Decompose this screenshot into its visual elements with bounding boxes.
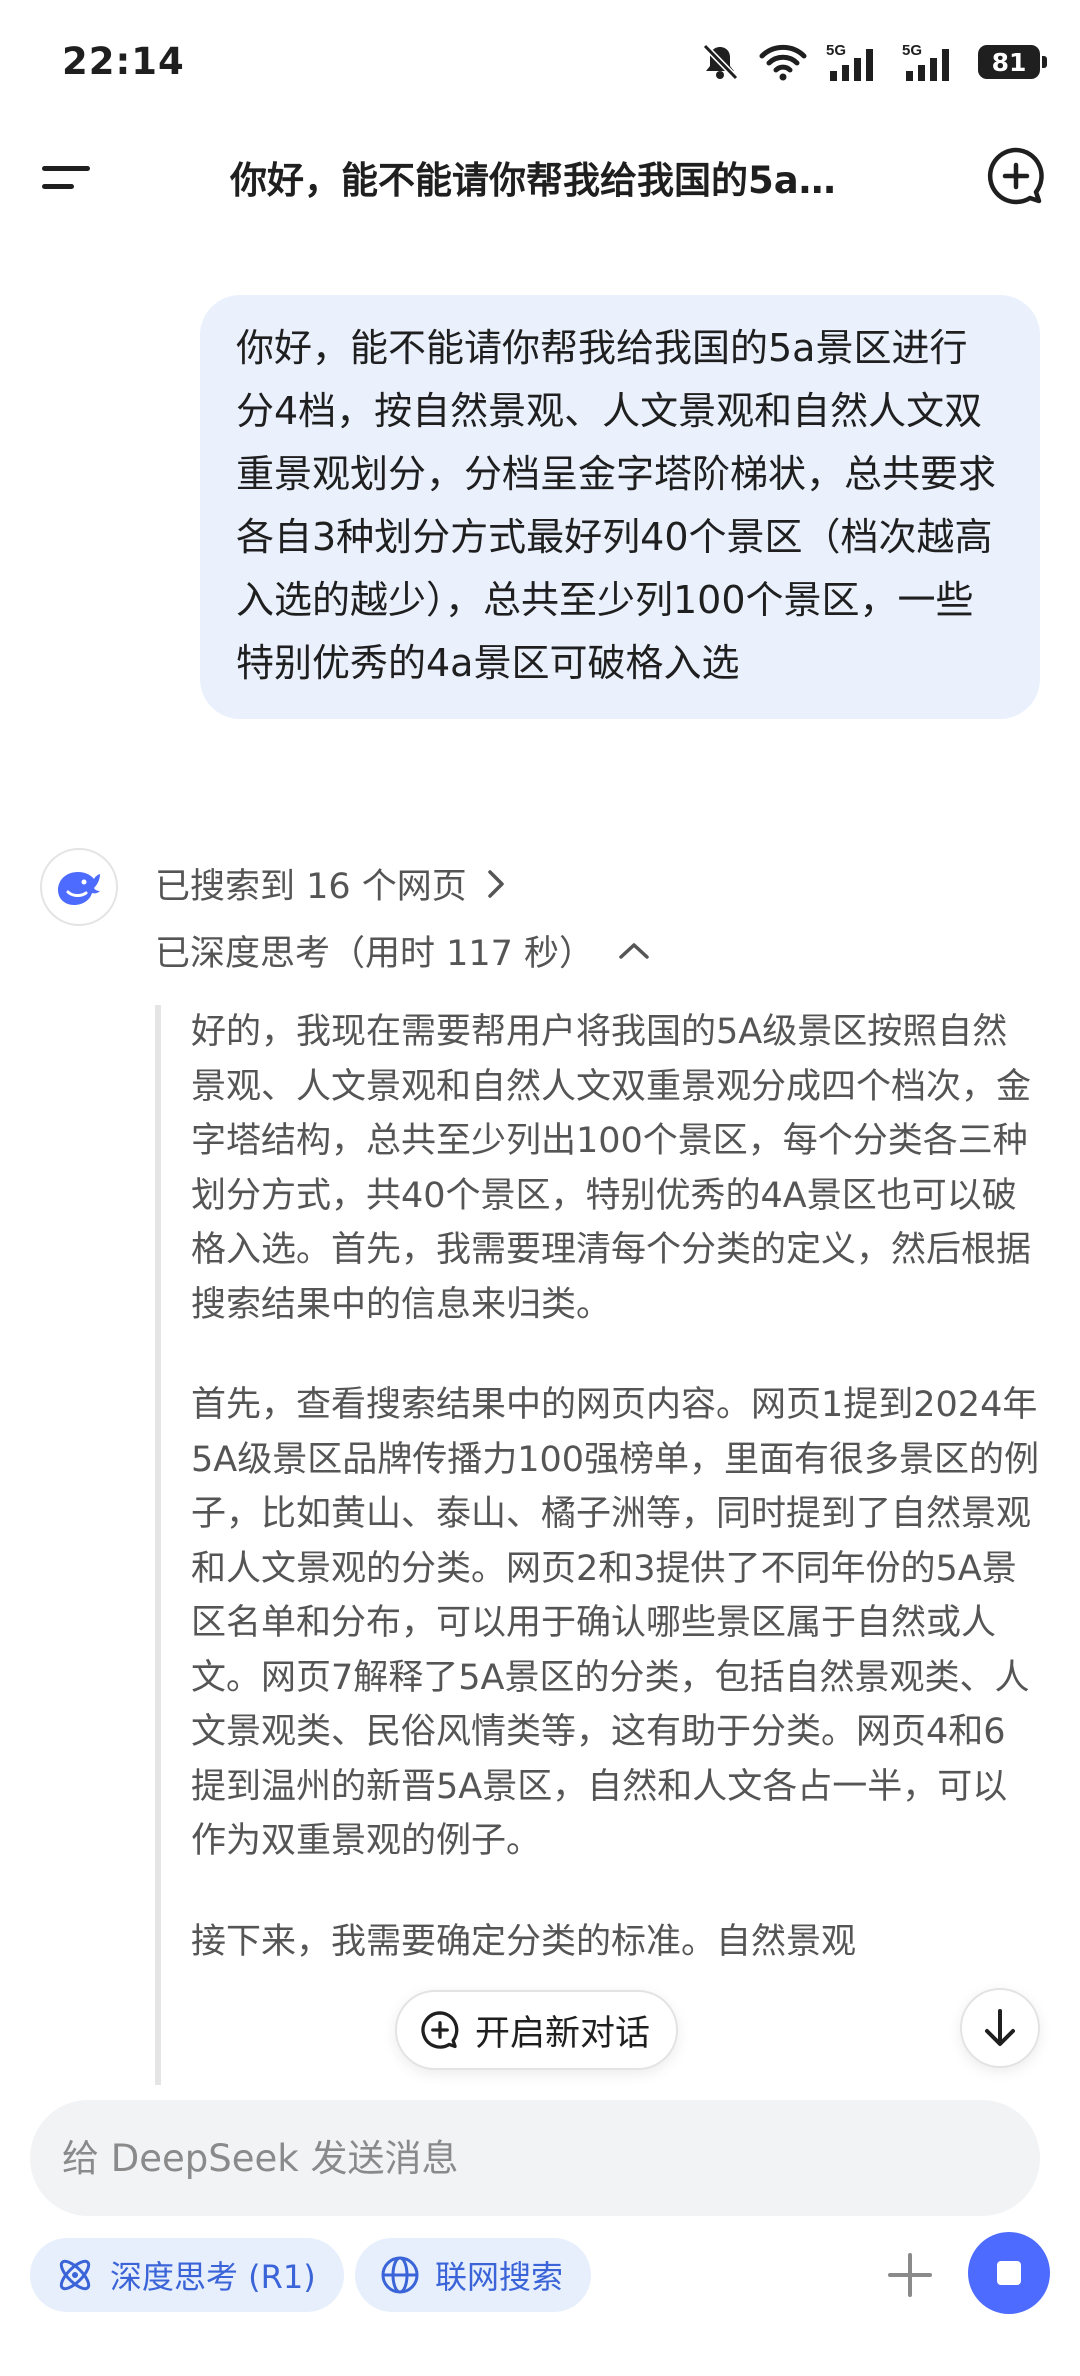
- network-label-1: 5G: [826, 42, 846, 59]
- battery-level: 81: [991, 47, 1027, 77]
- whale-logo-icon: [58, 872, 100, 905]
- scroll-down-button[interactable]: [960, 1988, 1040, 2068]
- search-results-label: 已搜索到 16 个网页: [155, 867, 467, 907]
- new-dialog-label: 开启新对话: [475, 2013, 651, 2054]
- arrow-down-icon: [985, 2009, 1015, 2046]
- web-search-label: 联网搜索: [435, 2258, 564, 2296]
- message-input-container: [30, 2100, 1040, 2216]
- status-icons: 5G 5G 81: [700, 40, 1047, 84]
- menu-icon: [42, 166, 90, 171]
- globe-icon: [381, 2256, 419, 2294]
- mute-bell-icon: [702, 43, 739, 81]
- network-label-2: 5G: [902, 42, 922, 59]
- wifi-icon: [759, 44, 807, 81]
- thinking-toggle[interactable]: 已深度思考（用时 117 秒）: [155, 925, 652, 976]
- search-results-link[interactable]: 已搜索到 16 个网页: [155, 858, 507, 909]
- signal-icon: 5G: [826, 42, 873, 81]
- new-dialog-button[interactable]: 开启新对话: [395, 1990, 679, 2070]
- menu-button[interactable]: [38, 150, 94, 206]
- attach-button[interactable]: [880, 2245, 940, 2305]
- chevron-up-icon: [619, 942, 649, 959]
- stop-button[interactable]: [968, 2232, 1050, 2314]
- deep-think-toggle[interactable]: 深度思考 (R1): [30, 2238, 344, 2312]
- status-bar: 22:14 5G 5G 81: [0, 0, 1080, 120]
- thinking-content: 好的，我现在需要帮用户将我国的5A级景区按照自然景观、人文景观和自然人文双重景观…: [155, 1005, 1040, 2085]
- thinking-text: 好的，我现在需要帮用户将我国的5A级景区按照自然景观、人文景观和自然人文双重景观…: [191, 1005, 1040, 1969]
- thinking-paragraph: 首先，查看搜索结果中的网页内容。网页1提到2024年5A级景区品牌传播力100强…: [191, 1385, 1040, 1861]
- deepseek-avatar: [40, 848, 118, 926]
- status-time: 22:14: [62, 40, 185, 83]
- new-chat-icon: [421, 2011, 459, 2049]
- chevron-right-icon: [488, 869, 504, 898]
- deep-think-label: 深度思考 (R1): [110, 2258, 316, 2296]
- menu-icon-line: [42, 184, 74, 189]
- user-message-bubble: 你好，能不能请你帮我给我国的5a景区进行分4档，按自然景观、人文景观和自然人文双…: [200, 295, 1040, 719]
- battery-icon: 81: [978, 45, 1047, 79]
- web-search-toggle[interactable]: 联网搜索: [355, 2238, 592, 2312]
- new-chat-button[interactable]: [984, 144, 1048, 208]
- plus-icon: [888, 2253, 932, 2297]
- thinking-paragraph: 接下来，我需要确定分类的标准。自然景观: [191, 1921, 857, 1962]
- thinking-label: 已深度思考（用时 117 秒）: [155, 934, 595, 974]
- page-title: 你好，能不能请你帮我给我国的5a景区进行分4档，按自然景观、人文景观和自然人文双…: [230, 159, 850, 202]
- message-input[interactable]: [60, 2135, 1040, 2181]
- stop-icon: [997, 2261, 1021, 2285]
- new-chat-icon: [987, 147, 1044, 205]
- atom-icon: [59, 2259, 91, 2291]
- signal-icon: 5G: [902, 42, 949, 81]
- thinking-paragraph: 好的，我现在需要帮用户将我国的5A级景区按照自然景观、人文景观和自然人文双重景观…: [191, 1012, 1032, 1325]
- chat-header: 你好，能不能请你帮我给我国的5a景区进行分4档，按自然景观、人文景观和自然人文双…: [0, 120, 1080, 230]
